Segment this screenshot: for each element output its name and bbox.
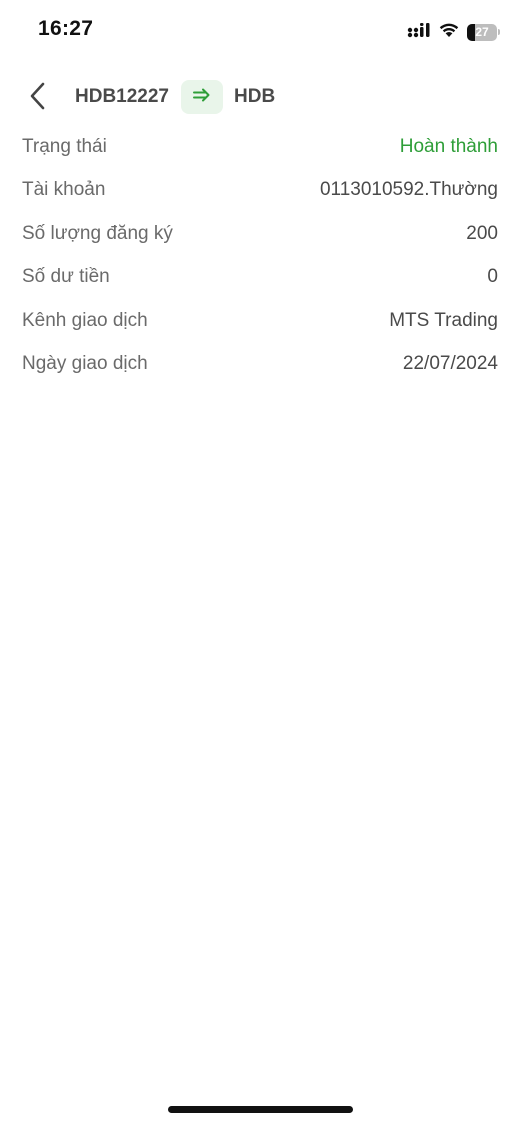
status-time: 16:27 <box>38 17 94 40</box>
detail-row-quantity: Số lượng đăng ký 200 <box>22 212 498 256</box>
detail-label: Số lượng đăng ký <box>22 222 173 244</box>
detail-value: 200 <box>466 222 498 244</box>
status-bar: 16:27 27 <box>0 0 520 60</box>
cellular-signal-icon <box>407 22 431 43</box>
transfer-chip <box>181 80 223 114</box>
detail-row-date: Ngày giao dịch 22/07/2024 <box>22 343 498 387</box>
battery-level: 27 <box>475 25 489 39</box>
detail-row-status: Trạng thái Hoàn thành <box>22 125 498 169</box>
status-icons: 27 <box>407 21 500 43</box>
battery-fill <box>467 23 476 41</box>
detail-value: MTS Trading <box>389 309 498 331</box>
status-value: Hoàn thành <box>399 135 498 157</box>
detail-value: 22/07/2024 <box>402 353 498 375</box>
detail-row-cash-balance: Số dư tiền 0 <box>22 256 498 300</box>
detail-label: Kênh giao dịch <box>22 309 148 331</box>
to-symbol: HDB <box>234 86 276 107</box>
chevron-left-icon <box>28 81 48 116</box>
from-symbol: HDB12227 <box>75 86 169 107</box>
detail-label: Số dư tiền <box>22 266 110 288</box>
arrow-right-icon <box>193 88 211 107</box>
detail-row-channel: Kênh giao dịch MTS Trading <box>22 299 498 343</box>
detail-value: 0113010592.Thường <box>319 179 498 201</box>
detail-label: Trạng thái <box>22 135 107 157</box>
detail-row-account: Tài khoản 0113010592.Thường <box>22 169 498 213</box>
home-indicator[interactable] <box>168 1106 353 1113</box>
detail-value: 0 <box>487 266 498 288</box>
battery-icon: 27 <box>467 23 500 41</box>
detail-label: Ngày giao dịch <box>22 353 148 375</box>
header: HDB12227 HDB <box>0 78 520 118</box>
detail-list: Trạng thái Hoàn thành Tài khoản 01130105… <box>22 125 498 386</box>
wifi-icon <box>438 22 460 43</box>
detail-label: Tài khoản <box>22 179 106 201</box>
back-button[interactable] <box>20 80 56 116</box>
